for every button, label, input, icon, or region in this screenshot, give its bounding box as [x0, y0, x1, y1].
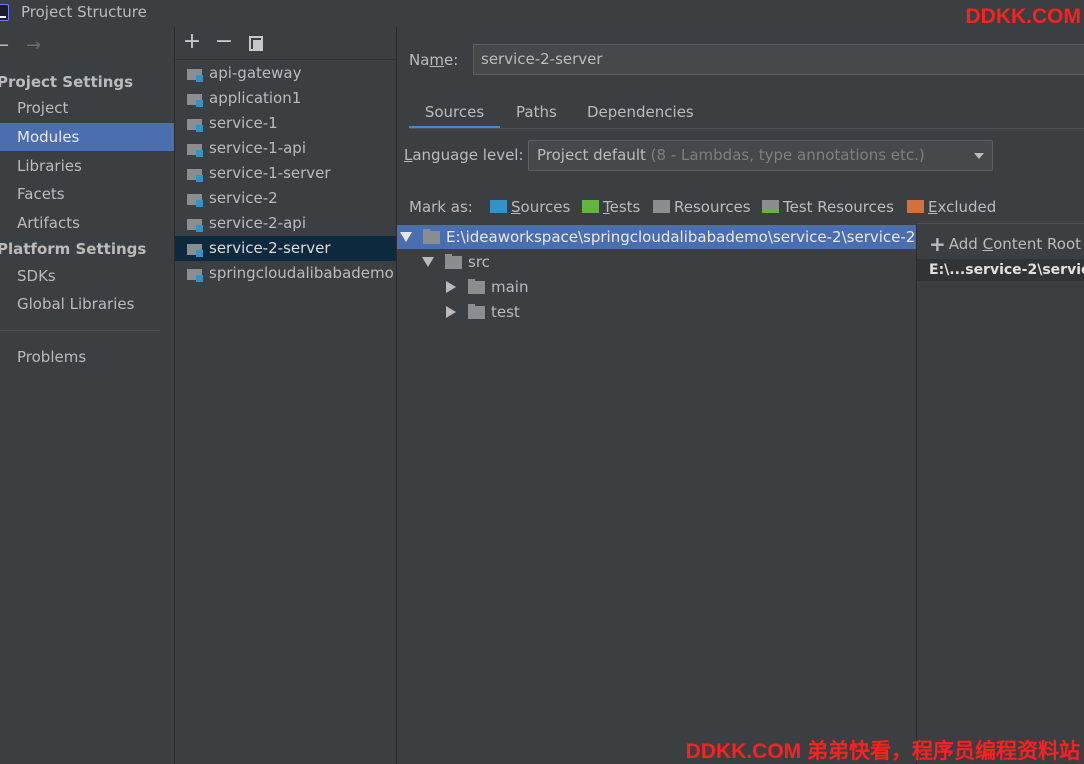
module-icon: [187, 167, 203, 182]
module-name: service-1: [209, 114, 278, 132]
module-icon: [187, 267, 203, 282]
sidebar-item-global-libraries[interactable]: Global Libraries: [0, 290, 174, 318]
add-content-root-button[interactable]: + Add Content Root: [929, 232, 1081, 256]
module-list-pane: + − api-gateway application1 service-1 s…: [175, 27, 396, 764]
copy-icon[interactable]: [249, 36, 263, 51]
window-title: Project Structure: [21, 3, 147, 21]
folder-icon: [423, 229, 440, 244]
collapse-arrow-icon[interactable]: [446, 306, 456, 318]
language-level-hint: (8 - Lambdas, type annotations etc.): [650, 146, 925, 164]
tree-row-test[interactable]: test: [397, 300, 916, 324]
nav-arrows: ← →: [0, 34, 60, 58]
sidebar-item-project[interactable]: Project: [0, 94, 174, 122]
mark-tests-button[interactable]: Tests: [582, 198, 640, 216]
module-item[interactable]: service-1-api: [175, 136, 396, 161]
module-item[interactable]: application1: [175, 86, 396, 111]
module-details-pane: Name: service-2-server Sources Paths Dep…: [397, 27, 1084, 764]
sidebar-divider: [0, 330, 160, 331]
test-resources-folder-icon: [762, 200, 779, 213]
module-icon: [187, 142, 203, 157]
intellij-app-icon: [0, 4, 9, 21]
mark-sources-button[interactable]: Sources: [490, 198, 570, 216]
module-name: application1: [209, 89, 302, 107]
module-name: service-2-api: [209, 214, 306, 232]
title-bar: Project Structure DDKK.COM: [0, 0, 1084, 28]
tests-folder-icon: [582, 200, 599, 213]
folder-icon: [445, 254, 462, 269]
module-name: springcloudalibabademo: [209, 264, 394, 282]
tabs-underline: [409, 128, 1084, 129]
folder-icon: [468, 279, 485, 294]
module-item[interactable]: service-1: [175, 111, 396, 136]
folder-icon: [468, 304, 485, 319]
module-item[interactable]: service-2: [175, 186, 396, 211]
module-item[interactable]: springcloudalibabademo: [175, 261, 396, 286]
module-name: service-2-server: [209, 239, 331, 257]
remove-module-button[interactable]: −: [213, 31, 235, 53]
sidebar-item-facets[interactable]: Facets: [0, 180, 174, 208]
source-folder-tree: E:\ideaworkspace\springcloudalibabademo\…: [397, 223, 916, 764]
module-icon: [187, 192, 203, 207]
module-icon: [187, 92, 203, 107]
language-level-select[interactable]: Project default (8 - Lambdas, type annot…: [528, 140, 993, 171]
expand-arrow-icon[interactable]: [422, 257, 434, 267]
language-level-value: Project default: [537, 146, 646, 164]
arrow-left-icon[interactable]: ←: [0, 34, 9, 58]
module-item-selected[interactable]: service-2-server: [175, 236, 396, 261]
module-name: service-1-server: [209, 164, 331, 182]
name-label: Name:: [409, 51, 459, 69]
collapse-arrow-icon[interactable]: [446, 281, 456, 293]
module-toolbar: + −: [175, 27, 396, 60]
sources-folder-icon: [490, 200, 507, 213]
content-root-path: E:\ideaworkspace\springcloudalibabademo\…: [446, 228, 916, 246]
tab-sources[interactable]: Sources: [409, 99, 500, 129]
module-item[interactable]: api-gateway: [175, 61, 396, 86]
project-settings-header: Project Settings: [0, 73, 134, 91]
module-item[interactable]: service-1-server: [175, 161, 396, 186]
sidebar-item-sdks[interactable]: SDKs: [0, 262, 174, 290]
mark-resources-button[interactable]: Resources: [653, 198, 751, 216]
sidebar-item-problems[interactable]: Problems: [0, 343, 174, 371]
module-name: api-gateway: [209, 64, 302, 82]
module-icon: [187, 67, 203, 82]
folder-name: src: [468, 253, 490, 271]
module-name: service-2: [209, 189, 278, 207]
tab-paths[interactable]: Paths: [516, 99, 557, 129]
content-root-entry[interactable]: E:\...service-2\service-2-server: [917, 259, 1084, 281]
sidebar-item-artifacts[interactable]: Artifacts: [0, 209, 174, 237]
sidebar-item-libraries[interactable]: Libraries: [0, 152, 174, 180]
module-name: service-1-api: [209, 139, 306, 157]
arrow-right-icon[interactable]: →: [26, 34, 41, 58]
chevron-down-icon: [974, 153, 984, 159]
watermark-top: DDKK.COM: [965, 5, 1082, 28]
module-icon: [187, 117, 203, 132]
module-icon: [187, 217, 203, 232]
content-root-panel: +Add Content Root E:\...service-2\servic…: [916, 223, 1084, 764]
mark-as-label: Mark as:: [409, 198, 473, 216]
tree-row-content-root[interactable]: E:\ideaworkspace\springcloudalibabademo\…: [397, 225, 916, 249]
excluded-folder-icon: [907, 200, 924, 213]
platform-settings-header: Platform Settings: [0, 240, 147, 258]
module-name-input[interactable]: service-2-server: [473, 44, 1084, 75]
expand-arrow-icon[interactable]: [400, 232, 412, 242]
folder-name: main: [491, 278, 529, 296]
resources-folder-icon: [653, 200, 670, 213]
plus-icon: +: [929, 232, 946, 256]
tree-row-main[interactable]: main: [397, 275, 916, 299]
watermark-bottom: DDKK.COM 弟弟快看，程序员编程资料站: [685, 740, 1080, 763]
tab-dependencies[interactable]: Dependencies: [587, 99, 694, 129]
mark-test-resources-button[interactable]: Test Resources: [762, 198, 894, 216]
tree-row-src[interactable]: src: [397, 250, 916, 274]
sidebar-item-modules[interactable]: Modules: [0, 123, 174, 151]
module-icon: [187, 242, 203, 257]
language-level-label: Language level:: [404, 146, 524, 164]
module-item[interactable]: service-2-api: [175, 211, 396, 236]
folder-name: test: [491, 303, 520, 321]
add-module-button[interactable]: +: [181, 31, 203, 53]
settings-sidebar: ← → Project Settings Project Modules Lib…: [0, 27, 175, 764]
mark-excluded-button[interactable]: Excluded: [907, 198, 996, 216]
